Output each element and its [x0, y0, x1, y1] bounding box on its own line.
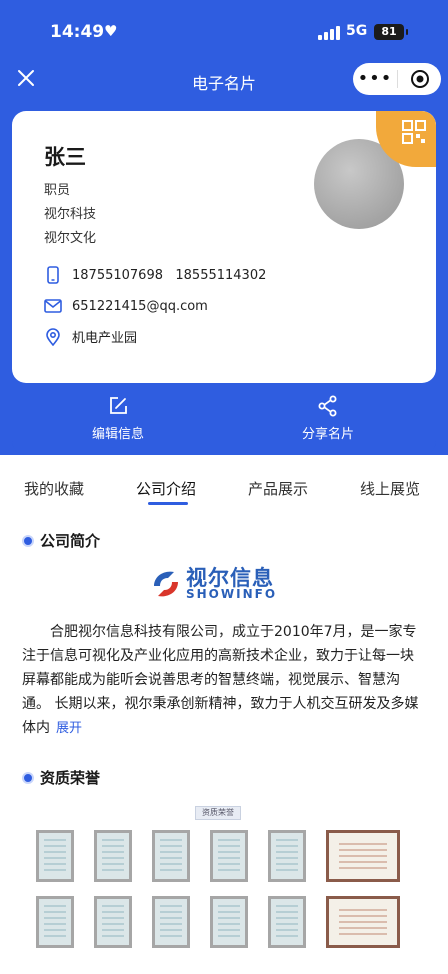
- honors-image-label: 资质荣誉: [195, 806, 241, 820]
- share-card-label: 分享名片: [301, 427, 354, 442]
- certificate: [36, 896, 74, 948]
- qr-code-icon: [402, 120, 426, 144]
- address-row[interactable]: 机电产业园: [44, 327, 137, 346]
- phone-icon: [47, 266, 59, 284]
- card-company-2: 视尔文化: [44, 231, 97, 246]
- company-intro-text: 合肥视尔信息科技有限公司，成立于2010年7月，是一家专注于信息可视化及产业化应…: [22, 620, 426, 741]
- logo-english-text: SHOWINFO: [186, 587, 278, 601]
- signal-icon: [318, 26, 340, 40]
- certificate: [210, 896, 248, 948]
- card-actions: 编辑信息 分享名片: [12, 395, 436, 450]
- tab-favorites[interactable]: 我的收藏: [24, 478, 84, 499]
- certificate: [326, 896, 400, 948]
- company-logo: 视尔信息 SHOWINFO: [148, 562, 298, 606]
- edit-icon: [110, 397, 127, 414]
- active-tab-indicator: [148, 502, 188, 505]
- phone-numbers: 18755107698 18555114302: [72, 267, 267, 283]
- network-label: 5G: [346, 23, 368, 39]
- phone-row[interactable]: 18755107698 18555114302: [44, 266, 266, 284]
- tab-products[interactable]: 产品展示: [248, 478, 308, 499]
- certificate: [210, 830, 248, 882]
- certificate: [36, 830, 74, 882]
- edit-info-button[interactable]: 编辑信息: [48, 395, 188, 442]
- address-value: 机电产业园: [72, 331, 138, 346]
- share-icon: [318, 395, 337, 417]
- edit-info-label: 编辑信息: [91, 427, 144, 442]
- email-value: 651221415@qq.com: [72, 298, 208, 314]
- certificate: [94, 830, 132, 882]
- certificate: [268, 830, 306, 882]
- section-title-honors: 资质荣誉: [22, 767, 100, 788]
- card-company-1: 视尔科技: [44, 207, 97, 222]
- tab-bar: 我的收藏 公司介绍 产品展示 线上展览: [0, 470, 448, 506]
- email-row[interactable]: 651221415@qq.com: [44, 297, 208, 315]
- more-icon[interactable]: •••: [353, 63, 397, 95]
- certificate: [268, 896, 306, 948]
- intro-title: 公司简介: [40, 532, 101, 550]
- expand-link[interactable]: 展开: [56, 721, 82, 736]
- mail-icon: [44, 299, 62, 313]
- section-title-intro: 公司简介: [22, 530, 100, 551]
- battery-icon: 81: [374, 24, 408, 40]
- certificate: [152, 896, 190, 948]
- nav-bar: 电子名片 •••: [0, 56, 448, 104]
- mini-program-capsule: •••: [353, 63, 441, 95]
- status-bar: 14:49 ♥ 5G 81: [0, 0, 448, 56]
- card-name: 张三: [44, 145, 86, 169]
- tab-online-exhibition[interactable]: 线上展览: [360, 478, 420, 499]
- business-card: 张三 职员 视尔科技 视尔文化 18755107698 18555114302 …: [12, 111, 436, 383]
- bullet-icon: [22, 771, 34, 784]
- heart-icon: ♥: [104, 22, 118, 40]
- location-icon: [46, 327, 60, 346]
- logo-mark-icon: [154, 571, 178, 597]
- certificate: [152, 830, 190, 882]
- certificate: [326, 830, 400, 882]
- target-icon[interactable]: [398, 69, 441, 89]
- card-role: 职员: [44, 183, 71, 198]
- honors-title: 资质荣誉: [40, 769, 101, 787]
- share-card-button[interactable]: 分享名片: [258, 395, 398, 442]
- status-time: 14:49: [50, 22, 105, 42]
- tab-company-intro[interactable]: 公司介绍: [136, 478, 196, 499]
- bullet-icon: [22, 534, 34, 547]
- certificate: [94, 896, 132, 948]
- intro-paragraph: 合肥视尔信息科技有限公司，成立于2010年7月，是一家专注于信息可视化及产业化应…: [22, 624, 419, 736]
